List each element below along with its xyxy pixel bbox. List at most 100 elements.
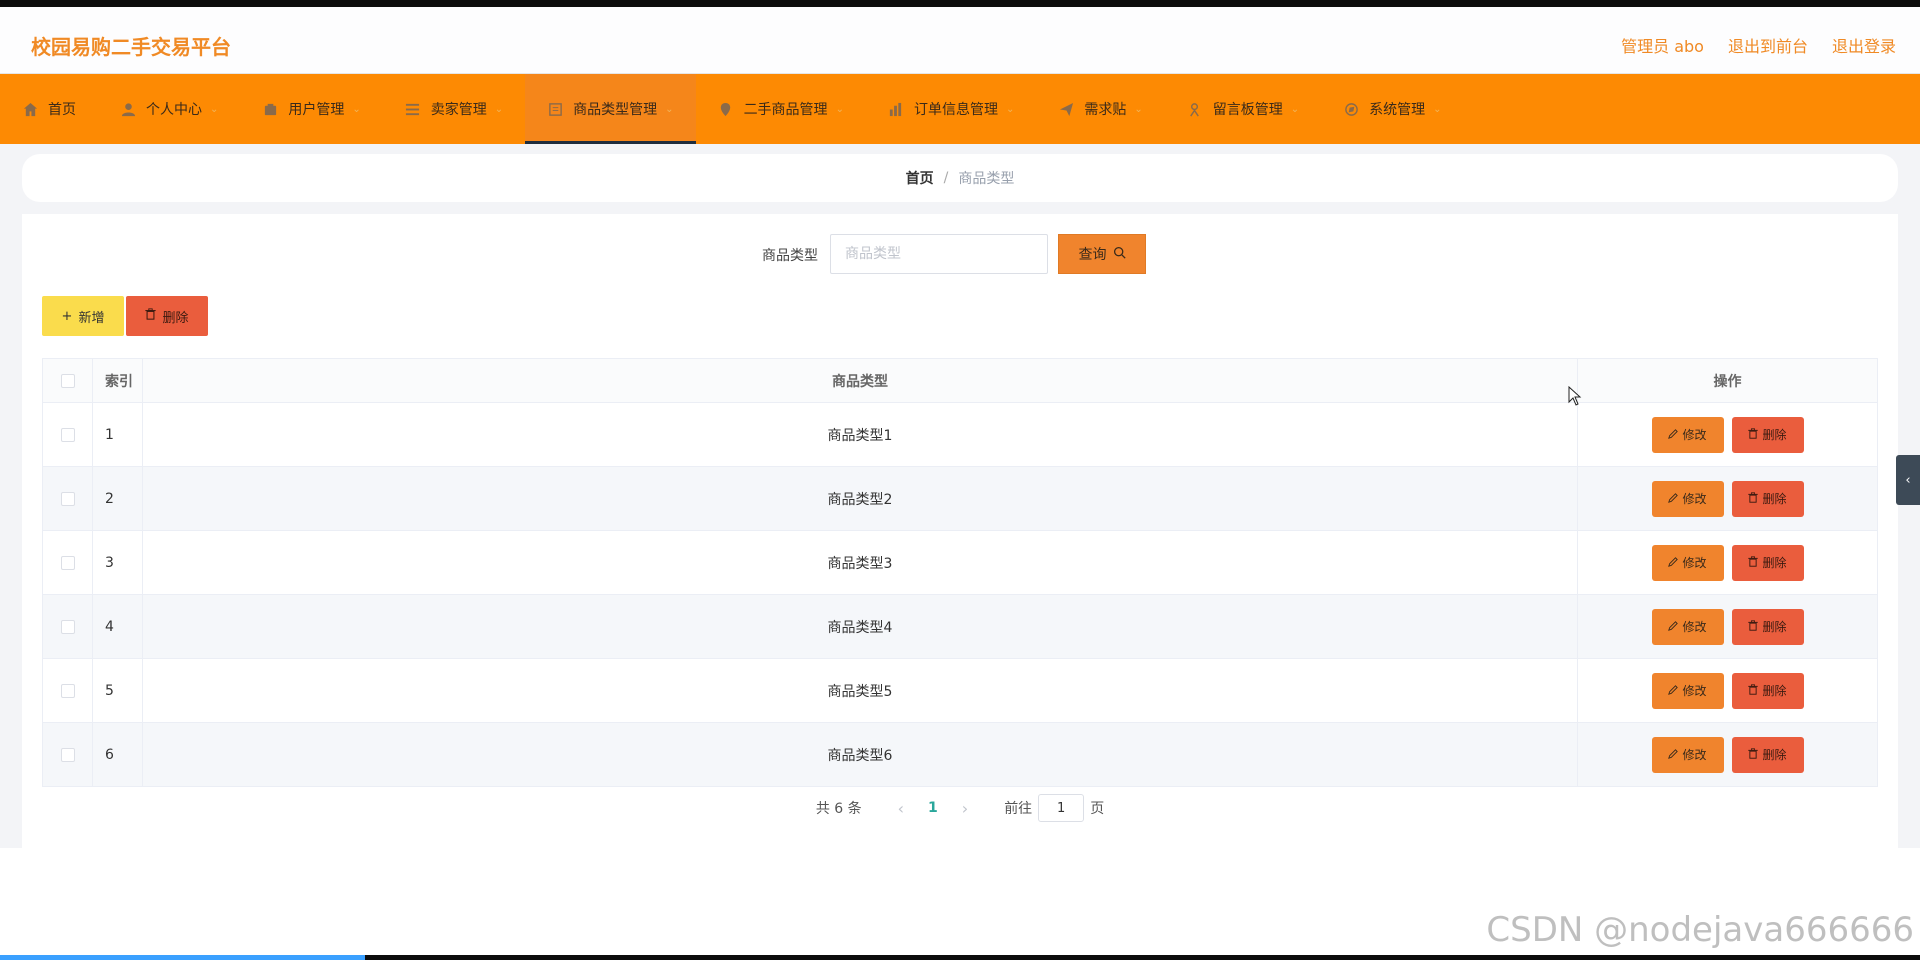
select-all-checkbox[interactable] [60,373,75,388]
side-panel-toggle[interactable]: ‹ [1896,455,1920,505]
edit-button-label: 修改 [1682,620,1707,634]
chevron-down-icon: ⌄ [352,103,361,115]
trash-icon [1748,619,1759,634]
row-checkbox[interactable] [60,427,75,442]
row-index: 1 [92,402,143,467]
row-ops: 修改 删除 [1577,658,1878,723]
send-icon [1058,101,1074,117]
row-checkbox[interactable] [60,491,75,506]
search-icon [1113,246,1126,263]
mouse-cursor-icon [1568,385,1582,410]
goto-page-input[interactable] [1038,794,1085,822]
row-checkbox-cell [42,722,93,787]
nav-item-message-board[interactable]: 留言板管理 ⌄ [1165,74,1321,144]
table-row: 1 商品类型1 修改 删除 [42,402,1878,467]
exit-to-front-link[interactable]: 退出到前台 [1728,33,1808,57]
table-header-row: 索引 商品类型 操作 [42,358,1878,403]
delete-button[interactable]: 删除 [1731,672,1804,709]
app-header: 校园易购二手交易平台 管理员 abo 退出到前台 退出登录 [0,7,1920,74]
chevron-down-icon: ⌄ [1290,103,1300,115]
nav-item-label: 个人中心 [146,102,202,118]
bulk-delete-label: 删除 [162,310,189,326]
edit-icon [1668,492,1679,506]
search-input[interactable] [830,234,1048,274]
page-number-current[interactable]: 1 [928,800,938,816]
edit-icon [1668,684,1679,698]
row-ops-group: 修改 删除 [1578,736,1877,773]
table-row: 3 商品类型3 修改 删除 [42,530,1878,595]
nav-item-personal-center[interactable]: 个人中心 ⌄ [98,74,240,144]
row-checkbox-cell [42,466,93,531]
edit-button[interactable]: 修改 [1651,736,1724,773]
row-ops-group: 修改 删除 [1578,480,1877,517]
delete-button[interactable]: 删除 [1731,608,1804,645]
plus-icon: + [61,308,73,324]
row-checkbox[interactable] [60,683,75,698]
content-layer: 商品类型 查询 + 新增 删除 索引 商品类型 操作 [0,144,1920,848]
admin-user-link[interactable]: 管理员 abo [1621,33,1704,57]
row-checkbox-cell [42,658,93,723]
edit-button[interactable]: 修改 [1651,608,1724,645]
search-button-label: 查询 [1078,247,1107,263]
row-ops: 修改 删除 [1577,722,1878,787]
next-page-icon[interactable]: › [962,799,968,818]
delete-button-label: 删除 [1762,556,1787,570]
edit-button[interactable]: 修改 [1651,544,1724,581]
delete-button-label: 删除 [1762,492,1787,506]
nav-item-label: 卖家管理 [430,102,487,118]
product-type-table: 索引 商品类型 操作 1 商品类型1 修改 删除 2 商品类型2 修改 删除 3… [42,358,1878,787]
row-index: 2 [92,466,143,531]
header-index: 索引 [92,358,143,403]
chevron-down-icon: ⌄ [665,103,674,115]
message-icon [1187,101,1203,117]
nav-item-user-management[interactable]: 用户管理 ⌄ [240,74,382,144]
row-checkbox[interactable] [60,555,75,570]
nav-item-seller-management[interactable]: 卖家管理 ⌄ [383,74,525,144]
row-ops: 修改 删除 [1577,466,1878,531]
nav-item-order-management[interactable]: 订单信息管理 ⌄ [866,74,1036,144]
edit-button[interactable]: 修改 [1651,480,1724,517]
nav-item-system-management[interactable]: 系统管理 ⌄ [1321,74,1463,144]
settings-icon [1343,101,1359,117]
delete-button[interactable]: 删除 [1731,736,1804,773]
row-checkbox[interactable] [60,747,75,762]
header-ops: 操作 [1577,358,1878,403]
delete-button-label: 删除 [1762,620,1787,634]
nav-item-demand-posts[interactable]: 需求贴 ⌄ [1036,74,1164,144]
row-type: 商品类型4 [142,594,1578,659]
table-row: 6 商品类型6 修改 删除 [42,722,1878,787]
delete-button[interactable]: 删除 [1731,544,1804,581]
edit-button[interactable]: 修改 [1651,416,1724,453]
pagination: 共 6 条 ‹ 1 › 前往 页 [0,794,1920,822]
bulk-delete-button[interactable]: 删除 [126,296,208,336]
nav-item-product-type-management[interactable]: 商品类型管理 ⌄ [525,74,696,144]
edit-button[interactable]: 修改 [1651,672,1724,709]
row-checkbox[interactable] [60,619,75,634]
row-checkbox-cell [42,530,93,595]
delete-button[interactable]: 删除 [1731,480,1804,517]
page-suffix: 页 [1090,801,1105,817]
nav-item-label: 商品类型管理 [573,102,658,118]
nav-item-second-hand-goods[interactable]: 二手商品管理 ⌄ [696,74,866,144]
chevron-down-icon: ⌄ [1433,103,1442,115]
trash-icon [1748,427,1759,442]
goto-label: 前往 [1004,801,1033,817]
delete-button[interactable]: 删除 [1731,416,1804,453]
prev-page-icon[interactable]: ‹ [898,799,904,818]
row-ops-group: 修改 删除 [1578,416,1877,453]
chevron-down-icon: ⌄ [1005,103,1015,115]
row-type: 商品类型5 [142,658,1578,723]
row-ops-group: 修改 删除 [1578,672,1877,709]
nav-item-label: 留言板管理 [1212,102,1283,118]
add-button[interactable]: + 新增 [42,296,124,336]
edit-icon [1668,556,1679,570]
logout-link[interactable]: 退出登录 [1832,33,1896,57]
nav-item-home[interactable]: 首页 [0,74,98,144]
row-ops-group: 修改 删除 [1578,544,1877,581]
row-checkbox-cell [42,594,93,659]
row-index: 6 [92,722,143,787]
select-all-cell [42,358,93,403]
delete-button-label: 删除 [1762,748,1787,762]
main-nav: 首页 个人中心 ⌄ 用户管理 ⌄ 卖家管理 ⌄ 商品类型管理 ⌄ 二手商品管理 … [0,74,1920,144]
search-button[interactable]: 查询 [1058,234,1146,274]
